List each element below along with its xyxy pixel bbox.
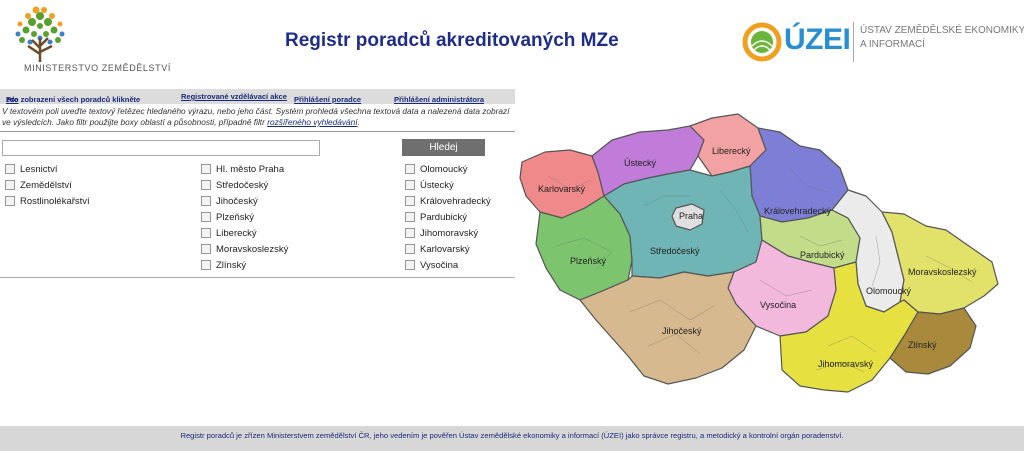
admin-login-item: Přihlášení administrátora. [394,92,485,104]
checkbox-label: Vysočina [420,260,459,271]
checkbox[interactable] [5,196,15,206]
map-label-pardubicky: Pardubický [800,250,845,260]
checkbox[interactable] [405,164,415,174]
registered-courses-link[interactable]: Registrované vzdělávací akce [181,92,287,101]
map-label-plzensky: Plzeňský [570,256,607,266]
checkbox[interactable] [5,180,15,190]
map-label-liberecky: Liberecký [712,146,751,156]
checkbox[interactable] [405,180,415,190]
checkbox[interactable] [405,228,415,238]
search-instructions-text: V textovém poli uveďte textový řetězec h… [2,106,510,127]
checkbox-label: Plzeňský [216,212,255,223]
divider [0,277,515,278]
search-instructions-end: . [357,117,360,127]
uzei-full-name-line2: A INFORMACÍ [860,39,926,50]
nav-bar: Pro zobrazení všech poradců klikněte zde… [0,89,515,104]
search-instructions: V textovém poli uveďte textový řetězec h… [2,106,515,128]
uzei-divider [853,22,854,62]
checkbox-label: Středočeský [216,180,269,191]
map-label-zlinsky: Zlínský [908,340,937,350]
page-title: Registr poradců akreditovaných MZe [285,30,619,51]
page-header: MINISTERSTVO ZEMĚDĚLSTVÍ Registr poradců… [0,0,1024,84]
map-label-karlovarsky: Karlovarský [538,184,586,194]
search-input[interactable] [2,140,320,156]
uzei-wordmark: ÚZEI [784,23,851,56]
uzei-emblem-icon [742,22,782,62]
checkbox-label: Ústecký [420,180,454,191]
uzei-full-name-line1: ÚSTAV ZEMĚDĚLSKÉ EKONOMIKY [860,25,1024,36]
checkbox-label: Hl. město Praha [216,164,285,175]
map-label-moravskoslezsky: Moravskoslezský [908,267,977,277]
checkbox-label: Jihočeský [216,196,258,207]
checkbox-label: Rostlinolékařství [20,196,90,207]
checkbox[interactable] [201,260,211,270]
checkbox-label: Jihomoravský [420,228,479,239]
uzei-full-name: ÚSTAV ZEMĚDĚLSKÉ EKONOMIKY A INFORMACÍ [860,24,1024,52]
checkbox[interactable] [201,244,211,254]
checkbox[interactable] [405,212,415,222]
checkbox[interactable] [405,244,415,254]
map-label-jihomoravsky: Jihomoravský [818,359,874,369]
map-label-ustecky: Ústecký [624,158,657,168]
czech-regions-map[interactable]: Karlovarský Ústecký Liberecký Královehra… [515,108,1024,408]
map-label-jihocesky: Jihočeský [662,326,702,336]
checkbox[interactable] [201,164,211,174]
checkbox-label: Karlovarský [420,244,470,255]
advisor-login-item: Přihlášení poradce. [294,92,362,104]
checkbox-label: Zemědělství [20,180,72,191]
map-label-vysocina: Vysočina [760,300,796,310]
checkbox-label: Pardubický [420,212,467,223]
advanced-search-link[interactable]: rozšířeného vyhledávání [267,117,357,127]
checkbox[interactable] [201,212,211,222]
checkbox[interactable] [405,196,415,206]
search-button[interactable]: Hledej [402,139,485,156]
checkbox-label: Lesnictví [20,164,58,175]
checkbox-label: Královehradecký [420,196,491,207]
uzei-logo: ÚZEI ÚSTAV ZEMĚDĚLSKÉ EKONOMIKY A INFORM… [740,18,1024,68]
page-footer: Registr poradců je zřízen Ministerstvem … [0,426,1024,451]
checkbox[interactable] [405,260,415,270]
show-all-prefix: Pro zobrazení všech poradců klikněte [6,95,141,104]
map-label-stredocesky: Středočeský [650,246,700,256]
admin-login-link[interactable]: Přihlášení administrátora [394,95,484,104]
map-label-olomoucky: Olomoucký [866,286,912,296]
checkbox-label: Moravskoslezský [216,244,289,255]
footer-text: Registr poradců je zřízen Ministerstvem … [180,431,844,440]
ministry-name: MINISTERSTVO ZEMĚDĚLSTVÍ [24,63,171,73]
advisor-login-link[interactable]: Přihlášení poradce [294,95,361,104]
show-all-suffix: . [6,95,9,104]
checkbox[interactable] [5,164,15,174]
map-label-praha: Praha [679,211,703,221]
checkbox[interactable] [201,180,211,190]
checkbox-label: Olomoucký [420,164,468,175]
checkbox[interactable] [201,228,211,238]
checkbox-label: Zlínský [216,260,247,271]
divider [0,131,515,132]
map-label-kralovehradecky: Královehradecký [764,206,832,216]
checkbox-label: Liberecký [216,228,257,239]
checkbox[interactable] [201,196,211,206]
